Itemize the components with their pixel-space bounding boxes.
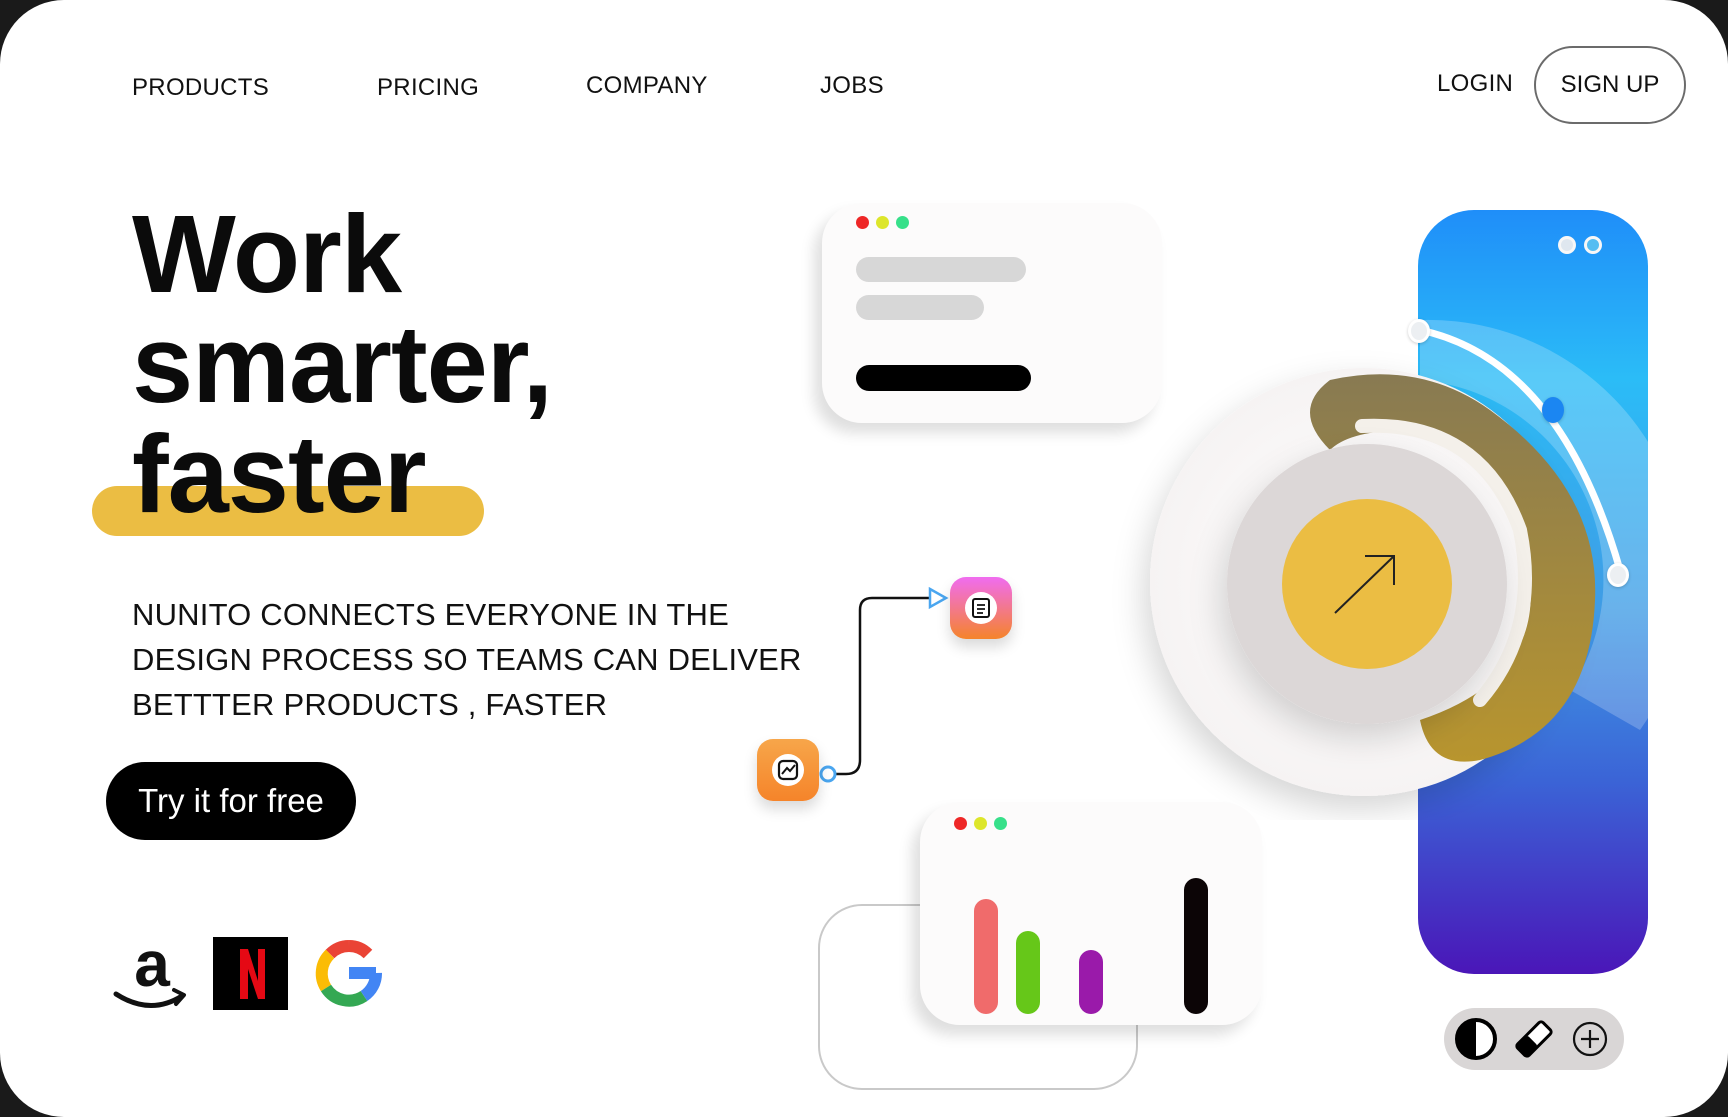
slider-knob[interactable] bbox=[1408, 319, 1430, 343]
login-link[interactable]: LOGIN bbox=[1437, 70, 1513, 98]
hero-description: NUNITO CONNECTS EVERYONE IN THE DESIGN P… bbox=[132, 592, 852, 727]
tool-palette bbox=[1444, 1008, 1624, 1070]
description-line: DESIGN PROCESS SO TEAMS CAN DELIVER bbox=[132, 642, 802, 677]
svg-text:a: a bbox=[134, 938, 170, 1000]
placeholder-line-dark bbox=[856, 365, 1031, 391]
hero-title-line: smarter, bbox=[132, 303, 553, 426]
window-dot-red bbox=[856, 216, 869, 229]
window-dot-yellow bbox=[876, 216, 889, 229]
google-logo bbox=[315, 940, 382, 1007]
status-dot bbox=[1558, 236, 1576, 254]
document-node[interactable] bbox=[950, 577, 1012, 639]
nav-jobs[interactable]: JOBS bbox=[820, 72, 884, 100]
placeholder-line bbox=[856, 295, 984, 320]
chart-bar bbox=[1079, 950, 1103, 1014]
hero-title: Work smarter, faster bbox=[132, 193, 553, 536]
slider-knob[interactable] bbox=[1607, 563, 1629, 587]
window-dot-green bbox=[994, 817, 1007, 830]
add-circle-icon[interactable] bbox=[1568, 1017, 1612, 1061]
hero-title-line: faster bbox=[132, 413, 427, 536]
status-dot bbox=[1584, 236, 1602, 254]
nav-products[interactable]: PRODUCTS bbox=[132, 74, 269, 102]
chart-bar bbox=[1184, 878, 1208, 1014]
description-line: BETTTER PRODUCTS , FASTER bbox=[132, 687, 608, 722]
slider-knob-active[interactable] bbox=[1542, 397, 1564, 423]
nav-company[interactable]: COMPANY bbox=[586, 72, 708, 100]
eraser-icon[interactable] bbox=[1512, 1017, 1556, 1061]
nav-pricing[interactable]: PRICING bbox=[377, 74, 479, 102]
chart-node-icon bbox=[772, 754, 804, 786]
chart-node[interactable] bbox=[757, 739, 819, 801]
window-dot-green bbox=[896, 216, 909, 229]
chart-bar bbox=[1016, 931, 1040, 1014]
dial-widget bbox=[1150, 319, 1660, 796]
try-free-button[interactable]: Try it for free bbox=[106, 762, 356, 840]
amazon-logo: a bbox=[113, 938, 186, 1008]
signup-button[interactable]: SIGN UP bbox=[1534, 46, 1686, 124]
chart-bar bbox=[974, 899, 998, 1014]
description-line: NUNITO CONNECTS EVERYONE IN THE bbox=[132, 597, 730, 632]
window-dot-red bbox=[954, 817, 967, 830]
contrast-icon[interactable] bbox=[1454, 1017, 1498, 1061]
netflix-logo bbox=[213, 937, 288, 1010]
chart-card bbox=[920, 802, 1262, 1025]
placeholder-line bbox=[856, 257, 1026, 282]
landing-page: PRODUCTS PRICING COMPANY JOBS LOGIN SIGN… bbox=[0, 0, 1728, 1117]
hero-title-line: Work bbox=[132, 193, 402, 316]
window-dot-yellow bbox=[974, 817, 987, 830]
document-node-icon bbox=[965, 592, 997, 624]
